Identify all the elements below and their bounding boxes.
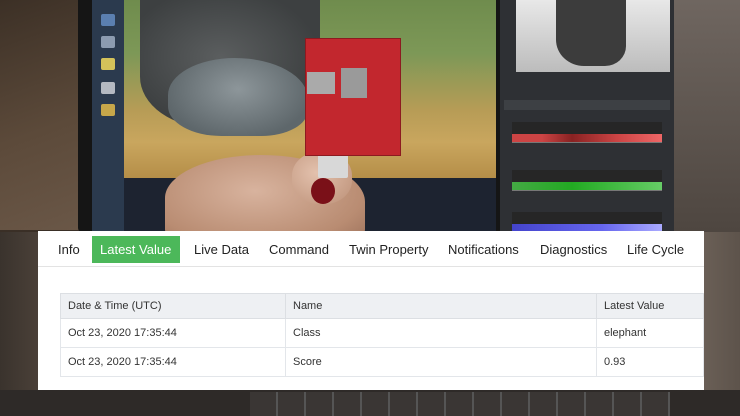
tab-info[interactable]: Info [50,236,88,263]
tab-command[interactable]: Command [261,236,337,263]
cell-datetime: Oct 23, 2020 17:35:44 [60,318,286,348]
toolbar-app-icon [101,36,115,48]
cell-latest-value: 0.93 [596,347,704,377]
elephant-shape [556,0,626,66]
room-background [674,0,740,232]
cell-name: Score [285,347,597,377]
histogram [512,170,662,191]
column-header-latest-value[interactable]: Latest Value [596,293,704,319]
column-header-name[interactable]: Name [285,293,597,319]
fingernail [311,178,335,204]
cell-name: Class [285,318,597,348]
toolbar-app-icon [101,58,115,70]
tab-twin-property[interactable]: Twin Property [341,236,436,263]
table-header-row: Date & Time (UTC) Name Latest Value [60,293,704,319]
desk-surface [704,232,740,390]
laptop-toolbar [92,0,124,232]
board-chip [341,68,367,98]
latest-value-table: Date & Time (UTC) Name Latest Value Oct … [60,293,704,377]
tab-diagnostics[interactable]: Diagnostics [532,236,615,263]
table-row: Oct 23, 2020 17:35:44 Class elephant [60,318,704,348]
tab-live-data[interactable]: Live Data [186,236,257,263]
toolbar-app-icon [101,104,115,116]
table-row: Oct 23, 2020 17:35:44 Score 0.93 [60,347,704,377]
toolbar-app-icon [101,82,115,94]
tab-bar: Info Latest Value Live Data Command Twin… [38,231,704,267]
histogram-header [504,100,670,110]
keyboard [250,392,670,416]
cell-latest-value: elephant [596,318,704,348]
histogram [512,122,662,143]
tab-notifications[interactable]: Notifications [440,236,527,263]
toolbar-app-icon [101,14,115,26]
desk-cables [0,232,38,390]
elephant-shape [168,58,308,136]
sd-card-slot [307,72,335,94]
tab-latest-value[interactable]: Latest Value [92,236,180,263]
tab-life-cycle[interactable]: Life Cycle [619,236,692,263]
column-header-datetime[interactable]: Date & Time (UTC) [60,293,286,319]
device-details-card: Info Latest Value Live Data Command Twin… [38,231,704,390]
histogram [512,212,662,233]
cell-datetime: Oct 23, 2020 17:35:44 [60,347,286,377]
